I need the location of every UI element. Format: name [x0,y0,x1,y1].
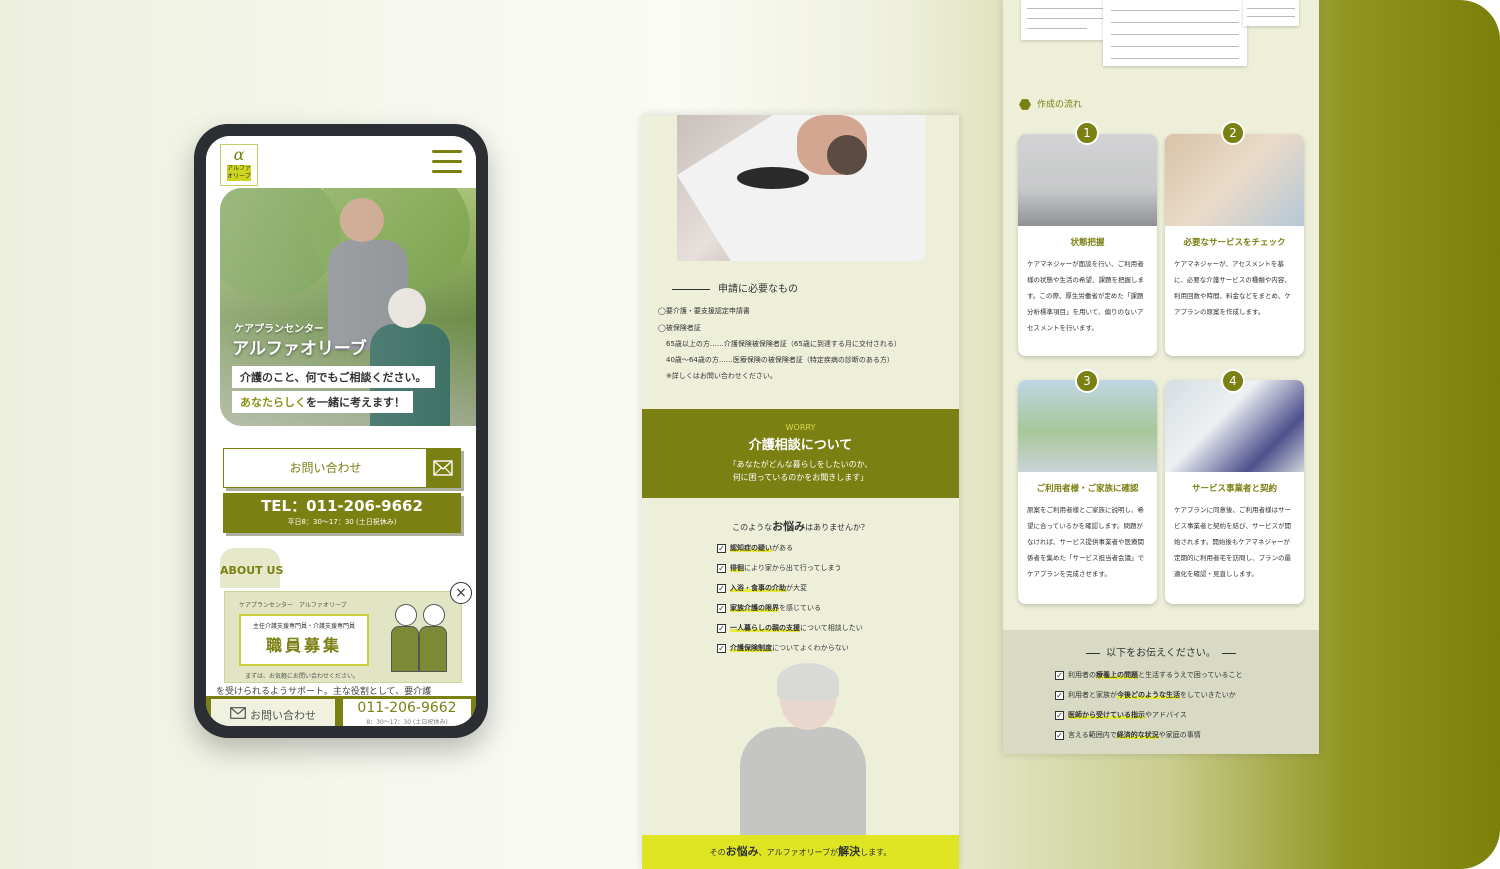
worry-check-item: ✓ 介護保険制度についてよくわからない [717,643,849,653]
checkbox-icon: ✓ [717,543,726,553]
hero-section: ケアプランセンター アルファオリーブ 介護のこと、何でもご相談ください。 あなた… [220,188,476,426]
bottom-tel-number: 011-206-9662 [357,700,457,716]
required-subitem: 40歳〜64歳の方……医療保険の被保険者証（特定疾病の診断のある方） [666,356,894,364]
bottom-tel-hours: 8：30〜17：30 (土日祝休み) [366,719,448,726]
checkbox-icon: ✓ [1055,710,1064,720]
step-text: ケアマネジャーが面談を行い、ご利用者様の状態や生活の希望、課題を把握します。この… [1027,260,1144,332]
about-us-heading: ABOUT US [220,564,284,577]
application-photo [677,115,925,261]
step-title: サービス事業者と契約 [1191,484,1277,494]
convey-title: 以下をお伝えください。 [1003,630,1319,659]
convey-item: ✓ 言える範囲内で経済的な状況や家庭の事情 [1055,730,1201,740]
step-title: 状態把握 [1070,238,1105,248]
step-number-badge: 1 [1075,121,1099,145]
site-header: α アルファ オリーブ [206,136,476,192]
worry-en-label: WORRY [785,423,816,432]
step-photo-meeting-room [1018,134,1157,226]
checkbox-icon: ✓ [717,643,726,653]
worry-title: 介護相談について [748,438,853,453]
tel-button[interactable]: TEL：011-206-9662 平日8：30〜17：30 (土日祝休み) [223,493,461,533]
tel-hours: 平日8：30〜17：30 (土日祝休み) [287,518,397,526]
contact-button[interactable]: お問い合わせ [223,448,461,488]
hero-tagline-1: 介護のこと、何でもご相談ください。 [232,366,435,388]
worry-quote-1: 「あなたがどんな暮らしをしたいのか、 [728,460,873,469]
checkbox-icon: ✓ [1055,730,1064,740]
required-note: ※詳しくはお問い合わせください。 [666,372,777,380]
page-care-plan-flow: 作成の流れ 状態把握 ケアマネジャーが面談を行い、ご利用者様の状態や生活の希望、… [1003,0,1319,754]
hamburger-menu-icon[interactable] [432,150,462,174]
recruit-title: 職員募集 [265,636,342,655]
recruit-org: ケアプランセンター アルファオリーブ [239,602,347,609]
mail-icon [230,699,246,726]
page-application-worry: 申請に必要なもの ◯要介護・要支援認定申請書 ◯被保険者証 65歳以上の方……介… [642,115,959,869]
hero-title: アルファオリーブ [232,339,367,359]
checkbox-icon: ✓ [717,563,726,573]
logo-mark: α [233,145,245,164]
convey-item: ✓ 利用者の療養上の問題と生活するうえで困っていること [1055,670,1243,680]
required-title: 申請に必要なもの [672,280,798,295]
step-number-badge: 2 [1221,121,1245,145]
contact-button-label: お問い合わせ [289,461,362,475]
hero-tagline-2: あなたらしくを一緒に考えます！ [232,391,413,413]
document-image [1021,0,1109,40]
flow-title: 作成の流れ [1019,97,1082,111]
hero-subtitle: ケアプランセンター [234,324,324,335]
flow-step-card: サービス事業者と契約 ケアプランに同意後、ご利用者様はサービス事業者と契約を結び… [1165,380,1304,604]
checkbox-icon: ✓ [717,623,726,633]
mail-icon [426,449,460,487]
site-logo[interactable]: α アルファ オリーブ [220,144,258,186]
presentation-background: α アルファ オリーブ ケアプランセンター アルファオリーブ 介護のこと、何でも… [0,0,1500,869]
worry-check-item: ✓ 入浴・食事の介助が大変 [717,583,807,593]
document-image [1243,0,1299,26]
checkbox-icon: ✓ [1055,670,1064,680]
staff-illustration [391,626,419,672]
step-photo-service-providers [1165,380,1304,472]
required-subitem: 65歳以上の方……介護保険被保険者証（65歳に到達する月に交付される） [666,340,901,348]
worry-check-item: ✓ 認知症の疑いがある [717,543,793,553]
step-number-badge: 4 [1221,369,1245,393]
logo-text: アルファ オリーブ [227,165,251,181]
step-title: 必要なサービスをチェック [1183,238,1286,248]
recruit-roles: 主任介護支援専門員・介護支援専門員 [252,623,355,630]
flow-step-card: ご利用者様・ご家族に確認 原案をご利用者様とご家族に説明し、希望に合っているかを… [1018,380,1157,604]
worry-check-item: ✓ 徘徊により家から出て行ってしまう [717,563,842,573]
step-text: 原案をご利用者様とご家族に説明し、希望に合っているかを確認します。問題がなければ… [1027,506,1144,578]
recruit-box: 主任介護支援専門員・介護支援専門員 職員募集 [239,614,369,666]
worry-section: WORRY 介護相談について 「あなたがどんな暮らしをしたいのか、 何に困ってい… [642,409,959,498]
worry-check-item: ✓ 家族介護の限界を感じている [717,603,821,613]
hexagon-icon [1019,99,1031,110]
phone-screen: α アルファ オリーブ ケアプランセンター アルファオリーブ 介護のこと、何でも… [206,136,476,726]
checkbox-icon: ✓ [717,603,726,613]
recruit-note: まずは、お気軽にお問い合わせください。 [245,673,360,680]
step-photo-paperwork [1165,134,1304,226]
bottom-contact-button[interactable]: お問い合わせ [210,698,336,726]
checkbox-icon: ✓ [1055,690,1064,700]
convey-item: ✓ 利用者と家族が今後どのような生活をしていきたいか [1055,690,1236,700]
convey-item: ✓ 医師から受けている指示やアドバイス [1055,710,1187,720]
checkbox-icon: ✓ [717,583,726,593]
tel-number: TEL：011-206-9662 [261,497,423,515]
worry-quote-2: 何に困っているのかをお聞きします」 [732,473,869,482]
worried-woman-photo [740,727,866,835]
worry-question: このようなお悩みはありませんか？ [732,520,869,533]
worry-check-item: ✓ 一人暮らしの親の支援について相談したい [717,623,863,633]
recruit-banner[interactable]: ケアプランセンター アルファオリーブ 主任介護支援専門員・介護支援専門員 職員募… [224,591,462,683]
bottom-bar: お問い合わせ 011-206-9662 8：30〜17：30 (土日祝休み) [206,696,476,726]
step-number-badge: 3 [1075,369,1099,393]
worry-footer-banner: そのお悩み、アルファオリーブが解決します。 [642,835,959,869]
flow-step-card: 状態把握 ケアマネジャーが面談を行い、ご利用者様の状態や生活の希望、課題を把握し… [1018,134,1157,356]
required-item: ◯被保険者証 [658,324,701,332]
bottom-tel-button[interactable]: 011-206-9662 8：30〜17：30 (土日祝休み) [342,698,472,726]
bottom-contact-label: お問い合わせ [250,709,316,722]
required-item: ◯要介護・要支援認定申請書 [658,307,750,315]
close-icon[interactable]: × [450,582,472,604]
flow-step-card: 必要なサービスをチェック ケアマネジャーが、アセスメントを基に、必要な介護サービ… [1165,134,1304,356]
step-text: ケアプランに同意後、ご利用者様はサービス事業者と契約を結び、サービスが開始されま… [1174,506,1291,578]
phone-mockup: α アルファ オリーブ ケアプランセンター アルファオリーブ 介護のこと、何でも… [194,124,488,738]
step-title: ご利用者様・ご家族に確認 [1036,484,1139,494]
step-photo-family-talk [1018,380,1157,472]
document-image [1103,0,1247,66]
step-text: ケアマネジャーが、アセスメントを基に、必要な介護サービスの種類や内容、利用回数や… [1174,260,1291,316]
